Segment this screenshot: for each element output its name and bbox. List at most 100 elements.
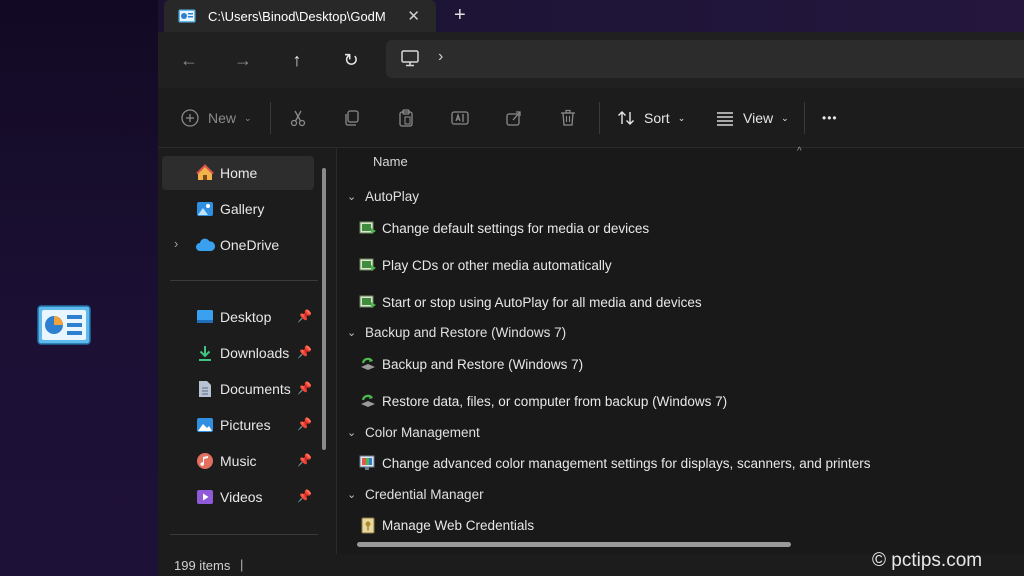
copy-button[interactable]: [342, 106, 362, 130]
sidebar-item-documents[interactable]: Documents 📌: [162, 372, 314, 406]
control-panel-icon: [178, 9, 196, 23]
pin-icon[interactable]: 📌: [297, 453, 312, 467]
sidebar-item-gallery[interactable]: Gallery: [162, 192, 314, 226]
list-item[interactable]: Change advanced color management setting…: [359, 451, 871, 475]
expand-chevron-icon[interactable]: ›: [174, 236, 178, 251]
collapse-chevron-icon[interactable]: ⌄: [347, 488, 356, 501]
backup-restore-icon: [359, 355, 377, 373]
view-caret-icon: ⌄: [781, 112, 789, 123]
desktop-folder-icon: [195, 308, 215, 326]
sidebar-item-label: OneDrive: [220, 237, 280, 253]
navigation-bar: ← → ↑ ↻ ›: [158, 32, 1024, 88]
color-management-icon: [359, 454, 377, 472]
new-button[interactable]: New ⌄: [180, 106, 252, 130]
list-item[interactable]: Manage Web Credentials: [359, 513, 534, 537]
list-item[interactable]: Backup and Restore (Windows 7): [359, 352, 583, 376]
control-panel-desktop-icon[interactable]: [37, 305, 91, 345]
rename-button[interactable]: [450, 106, 470, 130]
file-explorer-window: C:\Users\Binod\Desktop\GodM ✕ + ← → ↑ ↻ …: [158, 0, 1024, 576]
pin-icon[interactable]: 📌: [297, 309, 312, 323]
group-label: Color Management: [365, 424, 480, 440]
share-icon: [506, 111, 521, 126]
sidebar-item-desktop[interactable]: Desktop 📌: [162, 300, 314, 334]
new-tab-button[interactable]: +: [454, 4, 466, 27]
tab-bar: C:\Users\Binod\Desktop\GodM ✕ +: [158, 0, 1024, 32]
paste-button[interactable]: [396, 106, 416, 130]
more-options-button[interactable]: •••: [822, 106, 838, 130]
paste-icon: [399, 109, 413, 127]
onedrive-icon: [195, 236, 215, 254]
copy-icon: [345, 110, 359, 126]
trash-icon: [561, 109, 575, 126]
autoplay-icon: [359, 256, 377, 274]
pin-icon[interactable]: 📌: [297, 345, 312, 359]
command-separator: [270, 102, 271, 134]
group-header[interactable]: ⌄ AutoPlay: [347, 184, 419, 208]
refresh-icon[interactable]: ↻: [338, 48, 364, 72]
backup-restore-icon: [359, 392, 377, 410]
group-label: Credential Manager: [365, 486, 484, 502]
file-list: Name ^ ⌄ AutoPlay Change default setting…: [336, 146, 1024, 554]
item-label: Restore data, files, or computer from ba…: [382, 393, 728, 409]
home-icon: [195, 164, 215, 182]
horizontal-scrollbar[interactable]: [357, 542, 791, 547]
sidebar-scrollbar[interactable]: [322, 168, 326, 450]
item-label: Play CDs or other media automatically: [382, 257, 612, 273]
this-pc-icon[interactable]: [400, 49, 422, 69]
navigation-pane: Home Gallery › OneDrive Desktop 📌 Downlo…: [158, 148, 336, 554]
item-count: 199 items: [174, 558, 231, 573]
delete-button[interactable]: [558, 106, 578, 130]
sidebar-item-label: Pictures: [220, 417, 271, 433]
credential-manager-icon: [359, 516, 377, 534]
view-list-icon: [717, 112, 733, 126]
videos-icon: [195, 488, 215, 506]
rename-icon: [451, 111, 469, 125]
sidebar-item-downloads[interactable]: Downloads 📌: [162, 336, 314, 370]
share-button[interactable]: [504, 106, 524, 130]
item-label: Backup and Restore (Windows 7): [382, 356, 584, 372]
pin-icon[interactable]: 📌: [297, 489, 312, 503]
group-header[interactable]: ⌄ Color Management: [347, 420, 480, 444]
group-header[interactable]: ⌄ Credential Manager: [347, 482, 484, 506]
sidebar-item-label: Downloads: [220, 345, 290, 361]
autoplay-icon: [359, 219, 377, 237]
sidebar-item-music[interactable]: Music 📌: [162, 444, 314, 478]
breadcrumb-chevron-icon[interactable]: ›: [438, 48, 443, 66]
list-item[interactable]: Change default settings for media or dev…: [359, 216, 649, 240]
sidebar-item-videos[interactable]: Videos 📌: [162, 480, 314, 514]
sort-label: Sort: [644, 110, 670, 126]
status-separator: |: [240, 557, 244, 572]
collapse-chevron-icon[interactable]: ⌄: [347, 426, 356, 439]
sidebar-item-onedrive[interactable]: › OneDrive: [162, 228, 314, 262]
autoplay-icon: [359, 293, 377, 311]
list-item[interactable]: Restore data, files, or computer from ba…: [359, 389, 727, 413]
column-header-name[interactable]: Name: [373, 154, 408, 169]
list-item[interactable]: Play CDs or other media automatically: [359, 253, 612, 277]
up-icon[interactable]: ↑: [284, 48, 310, 72]
downloads-icon: [195, 344, 215, 362]
collapse-chevron-icon[interactable]: ⌄: [347, 326, 356, 339]
tab-close-icon[interactable]: ✕: [407, 7, 420, 25]
sidebar-item-pictures[interactable]: Pictures 📌: [162, 408, 314, 442]
sidebar-item-label: Home: [220, 165, 258, 181]
list-item[interactable]: Start or stop using AutoPlay for all med…: [359, 290, 702, 314]
pin-icon[interactable]: 📌: [297, 381, 312, 395]
watermark: © pctips.com: [872, 550, 983, 571]
cut-button[interactable]: [288, 106, 308, 130]
forward-icon[interactable]: →: [230, 48, 256, 72]
sidebar-item-label: Gallery: [220, 201, 265, 217]
item-label: Change advanced color management setting…: [382, 455, 871, 471]
tab-godmode[interactable]: C:\Users\Binod\Desktop\GodM ✕: [164, 0, 436, 32]
sort-button[interactable]: Sort ⌄: [616, 106, 685, 130]
sidebar-item-home[interactable]: Home: [162, 156, 314, 190]
back-icon[interactable]: ←: [176, 48, 202, 72]
sort-icon: [618, 111, 634, 125]
view-button[interactable]: View ⌄: [715, 106, 789, 130]
collapse-chevron-icon[interactable]: ⌄: [347, 190, 356, 203]
group-header[interactable]: ⌄ Backup and Restore (Windows 7): [347, 320, 566, 344]
pin-icon[interactable]: 📌: [297, 417, 312, 431]
item-label: Start or stop using AutoPlay for all med…: [382, 294, 702, 310]
address-bar[interactable]: ›: [386, 40, 1024, 78]
sort-caret-icon: ⌄: [677, 112, 686, 123]
item-label: Change default settings for media or dev…: [382, 220, 650, 236]
